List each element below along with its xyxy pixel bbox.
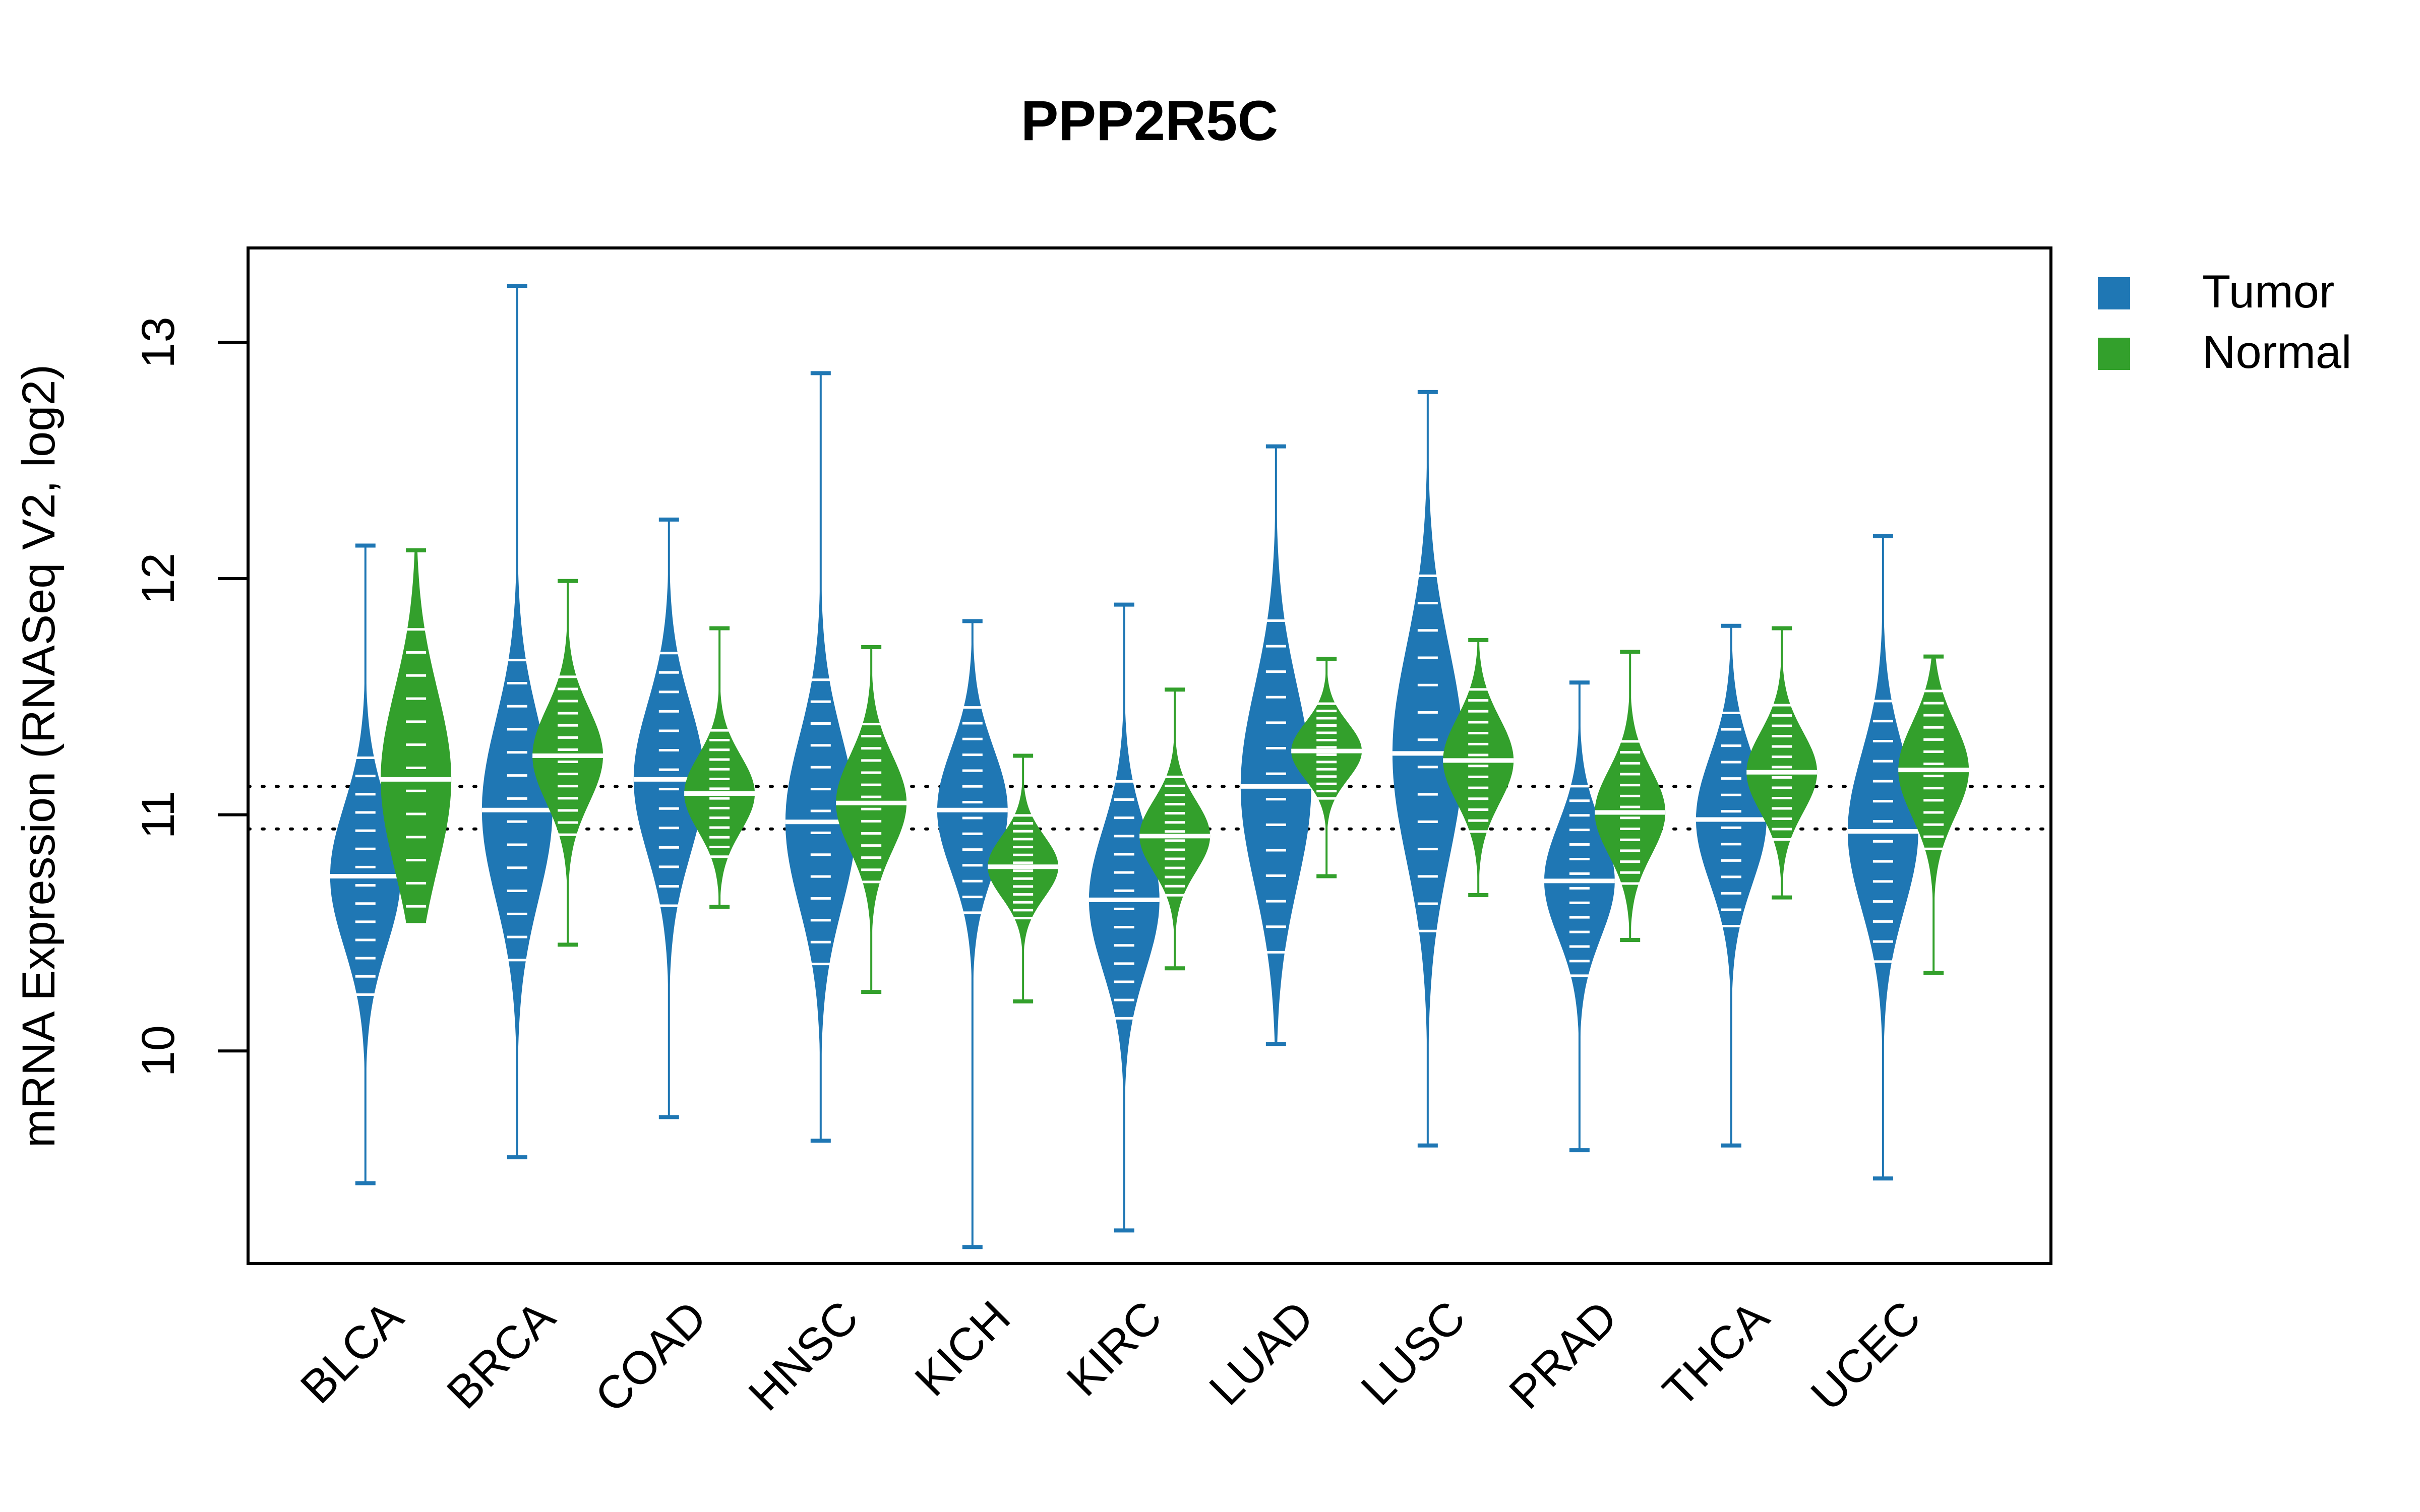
bean-tumor-kirc <box>1088 602 1160 1233</box>
beanplot-chart: PPP2R5C 10 11 12 13 BLCA BRCA COAD HNSC KICH KIR… <box>13 89 2351 1423</box>
bean-density <box>836 647 907 992</box>
legend-swatch-tumor <box>2098 277 2130 309</box>
x-tick-label: KICH <box>905 1291 1020 1406</box>
x-tick-label: COAD <box>585 1291 716 1422</box>
x-tick-label: LUAD <box>1199 1291 1323 1415</box>
bean-normal-brca <box>532 579 603 947</box>
x-tick-label: THCA <box>1653 1291 1779 1417</box>
legend: Tumor Normal <box>2098 266 2351 378</box>
legend-label-tumor: Tumor <box>2202 266 2334 318</box>
bean-tumor-prad <box>1544 680 1615 1153</box>
x-axis: BLCA BRCA COAD HNSC KICH KIRC LUAD LUSC PRAD THCA… <box>291 1291 1930 1423</box>
y-axis: 10 11 12 13 <box>133 317 248 1077</box>
legend-label-normal: Normal <box>2202 327 2351 378</box>
bean-density <box>1847 536 1918 1179</box>
bean-density <box>330 545 401 1183</box>
bean-tumor-kich <box>937 619 1008 1249</box>
bean-normal-hnsc <box>836 645 907 994</box>
x-tick-label: BRCA <box>437 1291 565 1419</box>
y-tick-label: 10 <box>133 1025 184 1077</box>
y-tick-label: 12 <box>133 553 184 604</box>
x-tick-label: HNSC <box>739 1291 868 1420</box>
bean-density <box>684 628 755 907</box>
x-tick-label: BLCA <box>291 1291 413 1414</box>
bean-density <box>785 373 856 1141</box>
legend-swatch-normal <box>2098 338 2130 370</box>
x-tick-label: LUSC <box>1351 1291 1475 1415</box>
chart-title: PPP2R5C <box>1021 89 1278 152</box>
bean-tumor-blca <box>330 543 401 1185</box>
bean-density <box>1696 625 1767 1146</box>
x-tick-label: UCEC <box>1801 1291 1930 1420</box>
bean-tumor-hnsc <box>785 371 856 1143</box>
bean-tumor-ucec <box>1847 534 1918 1181</box>
y-axis-label: mRNA Expression (RNASeq V2, log2) <box>13 364 65 1148</box>
y-tick-label: 11 <box>133 791 184 839</box>
bean-density <box>1088 604 1160 1231</box>
bean-normal-coad <box>684 626 755 909</box>
bean-tumor-thca <box>1696 623 1767 1148</box>
y-tick-label: 13 <box>133 317 184 368</box>
x-tick-label: KIRC <box>1057 1291 1172 1406</box>
x-tick-label: PRAD <box>1499 1291 1627 1419</box>
plot-area <box>247 283 2052 1249</box>
